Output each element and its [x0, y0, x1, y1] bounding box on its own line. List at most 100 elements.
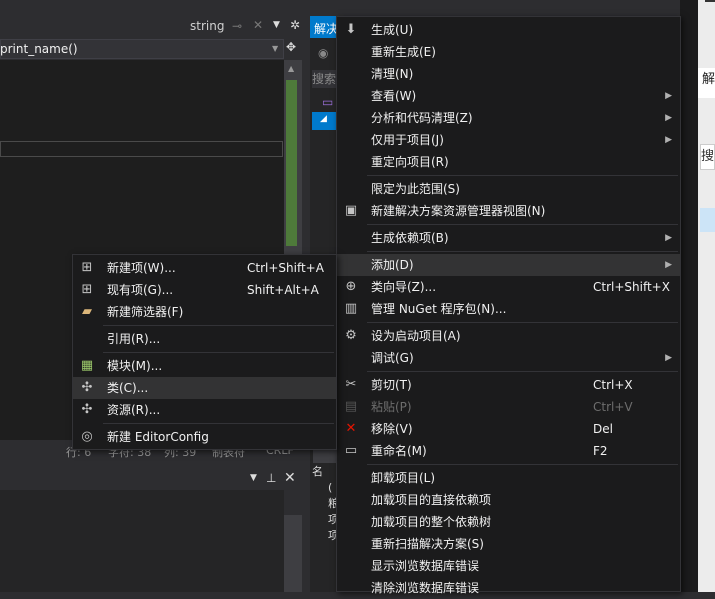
menu-item-label: 现有项(G)... [107, 283, 174, 297]
close-icon[interactable]: ✕ [284, 470, 296, 486]
menu-item[interactable]: 加载项目的直接依赖项 [337, 489, 680, 511]
menu-item-label: 卸载项目(L) [371, 471, 436, 485]
pin-icon[interactable]: ⊸ [232, 19, 242, 33]
menu-item[interactable]: ◎ 新建 EditorConfig [73, 426, 336, 448]
menu-item-label: 新建 EditorConfig [107, 430, 209, 444]
menu-item[interactable]: ✣ 类(C)... [73, 377, 336, 399]
nuget-icon: ▥ [344, 301, 358, 316]
menu-item[interactable]: ⊕ 类向导(Z)... Ctrl+Shift+X [337, 276, 680, 298]
menu-item-label: 添加(D) [371, 258, 414, 272]
menu-item-label: 仅用于项目(J) [371, 133, 444, 147]
menu-separator [367, 322, 678, 323]
menu-item[interactable]: 仅用于项目(J) ▶ [337, 129, 680, 151]
dropdown-icon[interactable]: ▼ [250, 473, 257, 483]
menu-item[interactable]: ✕ 移除(V) Del [337, 418, 680, 440]
menu-item[interactable]: 重定向项目(R) [337, 151, 680, 173]
back-icon[interactable]: ◉ [318, 46, 328, 60]
menu-item[interactable]: ✣ 资源(R)... [73, 399, 336, 421]
background-window-search[interactable]: 搜 [700, 144, 715, 170]
submenu-arrow-icon: ▶ [665, 260, 672, 270]
menu-item[interactable]: 查看(W) ▶ [337, 85, 680, 107]
find-term-label: string [190, 19, 225, 33]
menu-item-label: 剪切(T) [371, 378, 412, 392]
menu-item-label: 类向导(Z)... [371, 280, 437, 294]
menu-item[interactable]: ✂ 剪切(T) Ctrl+X [337, 374, 680, 396]
rename-icon: ▭ [344, 443, 358, 458]
menu-item[interactable]: 引用(R)... [73, 328, 336, 350]
scroll-up-icon[interactable]: ▲ [288, 64, 294, 73]
expand-icon[interactable]: ◢ [320, 114, 327, 124]
minimize-icon[interactable] [705, 0, 715, 2]
menu-item[interactable]: 生成依赖项(B) ▶ [337, 227, 680, 249]
menu-item-label: 清除浏览数据库错误 [371, 581, 480, 595]
prop-item: 项 [328, 513, 339, 526]
lightbulb-icon: ◎ [81, 429, 93, 444]
submenu-arrow-icon: ▶ [665, 353, 672, 363]
menu-item-shortcut: Shift+Alt+A [247, 283, 319, 297]
menu-item[interactable]: ⊞ 现有项(G)... Shift+Alt+A [73, 279, 336, 301]
new-filter-icon: ▰ [82, 304, 92, 319]
solution-search-input[interactable]: 搜索解决方案资源管理器 [312, 70, 338, 88]
menu-separator [367, 464, 678, 465]
menu-item-label: 移除(V) [371, 422, 413, 436]
dropdown-icon[interactable]: ▼ [273, 20, 280, 30]
resource-icon: ✣ [81, 402, 93, 417]
nav-dropdown-icon[interactable]: ▼ [272, 44, 278, 53]
menu-item-label: 类(C)... [107, 381, 149, 395]
submenu-arrow-icon: ▶ [665, 113, 672, 123]
submenu-arrow-icon: ▶ [665, 135, 672, 145]
change-margin [286, 80, 297, 246]
bottom-scrollbar[interactable] [284, 515, 302, 592]
menu-item[interactable]: ▦ 模块(M)... [73, 355, 336, 377]
gear-icon[interactable]: ✲ [290, 18, 300, 32]
menu-item[interactable]: ▥ 管理 NuGet 程序包(N)... [337, 298, 680, 320]
submenu-arrow-icon: ▶ [665, 233, 672, 243]
menu-separator [103, 352, 334, 353]
new-view-icon: ▣ [344, 203, 358, 218]
menu-item[interactable]: 加载项目的整个依赖树 [337, 511, 680, 533]
close-icon[interactable]: ✕ [253, 18, 263, 32]
menu-item[interactable]: 重新生成(E) [337, 41, 680, 63]
menu-item[interactable]: 限定为此范围(S) [337, 178, 680, 200]
module-icon: ▦ [80, 358, 94, 373]
project-icon: ▭ [322, 95, 334, 109]
menu-item[interactable]: 调试(G) ▶ [337, 347, 680, 369]
menu-item[interactable]: ⬇ 生成(U) [337, 19, 680, 41]
menu-item-label: 新建项(W)... [107, 261, 176, 275]
menu-item[interactable]: ▤ 粘贴(P) Ctrl+V [337, 396, 680, 418]
menu-item[interactable]: 显示浏览数据库错误 [337, 555, 680, 577]
remove-icon: ✕ [345, 421, 357, 436]
menu-item-label: 引用(R)... [107, 332, 161, 346]
tab-solution-explorer[interactable]: 解决方案资源管理器 [310, 16, 338, 38]
menu-item-shortcut: Ctrl+Shift+X [593, 280, 670, 294]
menu-item[interactable]: ▣ 新建解决方案资源管理器视图(N) [337, 200, 680, 222]
menu-item-label: 限定为此范围(S) [371, 182, 460, 196]
menu-item[interactable]: ⊞ 新建项(W)... Ctrl+Shift+A [73, 257, 336, 279]
menu-item[interactable]: ▰ 新建筛选器(F) [73, 301, 336, 323]
menu-item-label: 重新生成(E) [371, 45, 436, 59]
menu-item-label: 新建解决方案资源管理器视图(N) [371, 204, 546, 218]
menu-item-label: 设为启动项目(A) [371, 329, 461, 343]
menu-item[interactable]: ⚙ 设为启动项目(A) [337, 325, 680, 347]
background-window-selection [700, 208, 715, 232]
nav-function-label[interactable]: print_name() [0, 42, 78, 56]
menu-item-label: 重命名(M) [371, 444, 427, 458]
bottom-panel-titlebar: ▼ ⊥ ✕ [0, 468, 310, 490]
split-icon[interactable]: ✥ [286, 40, 296, 54]
menu-item-label: 重定向项目(R) [371, 155, 449, 169]
submenu-arrow-icon: ▶ [665, 91, 672, 101]
pin-icon[interactable]: ⊥ [266, 471, 276, 485]
prop-item: 项 [328, 529, 339, 542]
paste-icon: ▤ [344, 399, 358, 414]
menu-item[interactable]: 卸载项目(L) [337, 467, 680, 489]
menu-item[interactable]: 清除浏览数据库错误 [337, 577, 680, 599]
menu-item[interactable]: 添加(D) ▶ [337, 254, 680, 276]
menu-item[interactable]: 分析和代码清理(Z) ▶ [337, 107, 680, 129]
menu-item-label: 粘贴(P) [371, 400, 412, 414]
menu-item[interactable]: ▭ 重命名(M) F2 [337, 440, 680, 462]
menu-item[interactable]: 清理(N) [337, 63, 680, 85]
menu-item-label: 分析和代码清理(Z) [371, 111, 473, 125]
menu-item-label: 加载项目的直接依赖项 [371, 493, 492, 507]
menu-separator [367, 175, 678, 176]
menu-item[interactable]: 重新扫描解决方案(S) [337, 533, 680, 555]
